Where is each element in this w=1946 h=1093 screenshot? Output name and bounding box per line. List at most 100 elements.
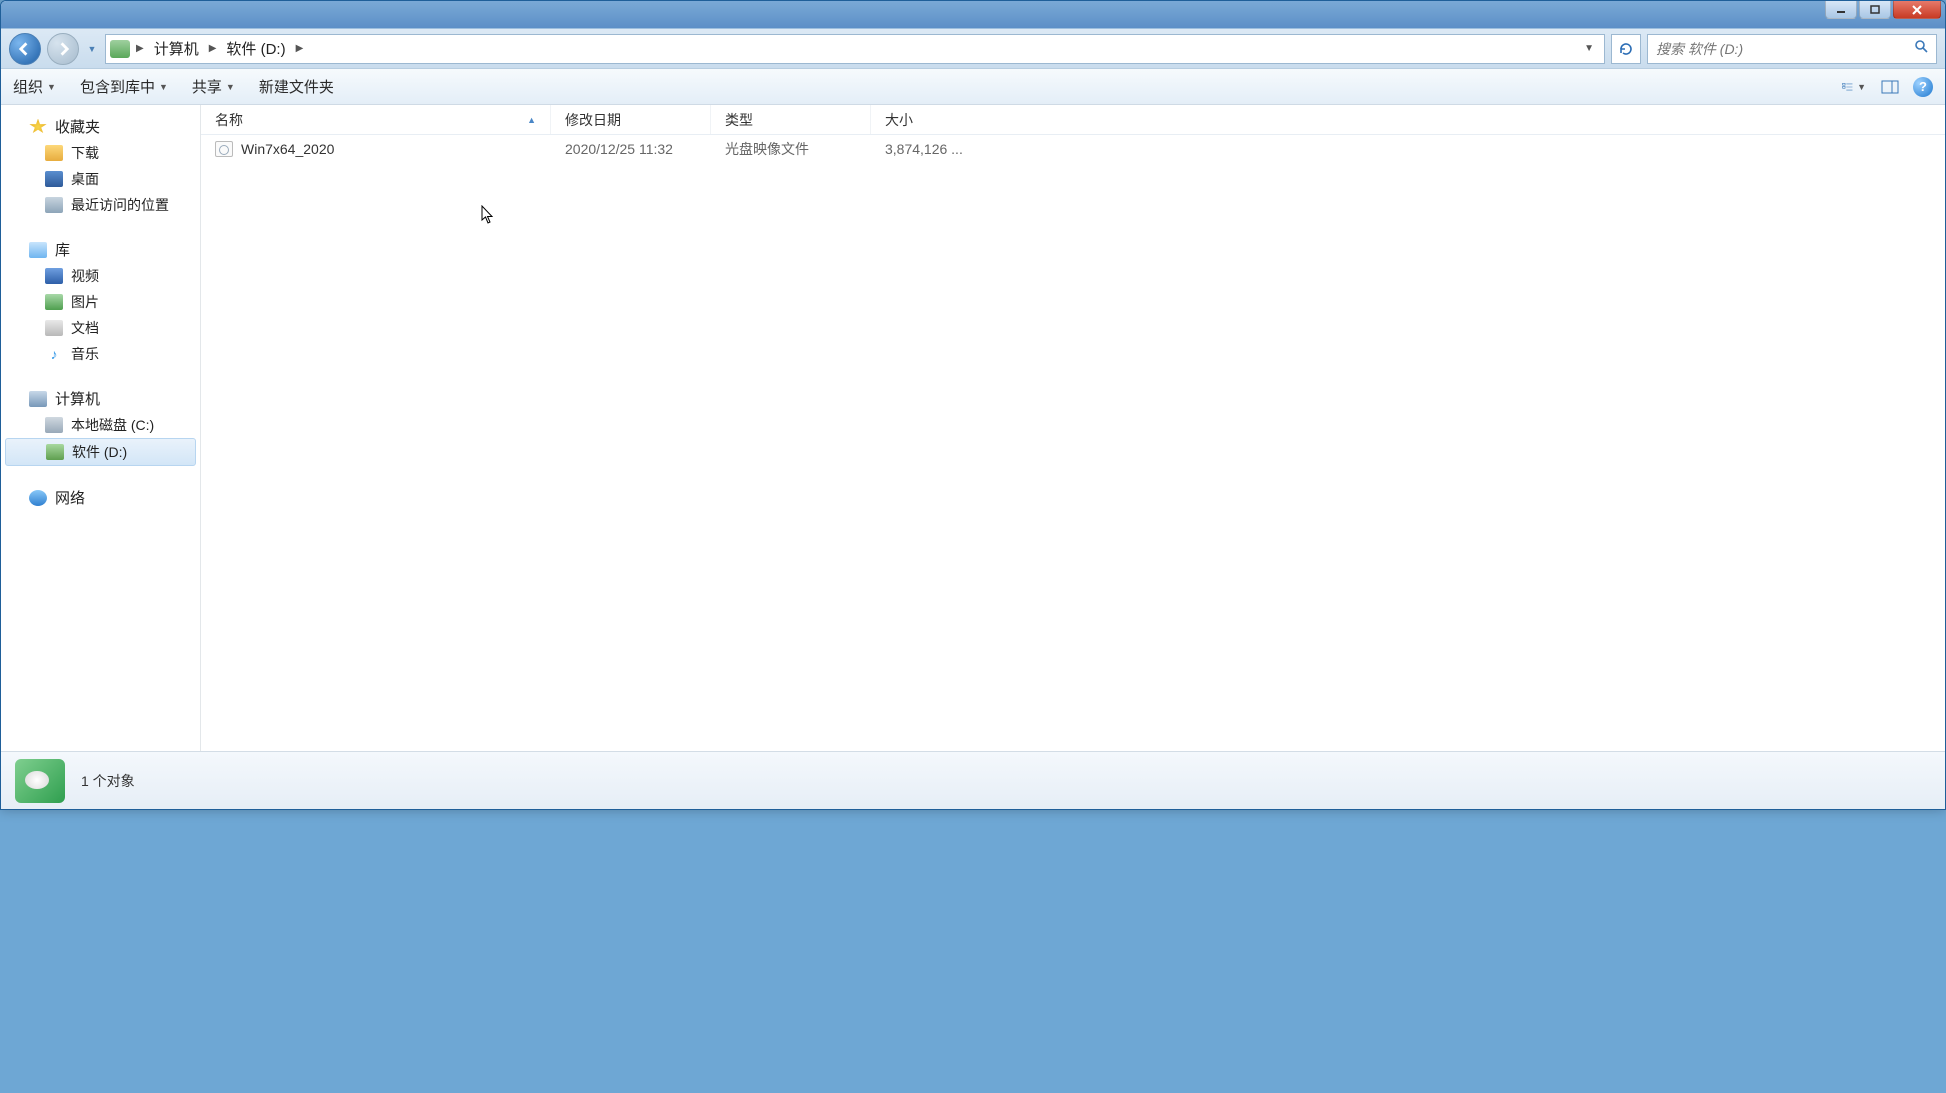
computer-group: 计算机 本地磁盘 (C:) 软件 (D:)	[5, 385, 196, 466]
include-in-library-menu[interactable]: 包含到库中 ▼	[80, 76, 168, 97]
search-icon	[1914, 39, 1928, 58]
body: 收藏夹 下载 桌面 最近访问的位置 库	[1, 105, 1945, 751]
col-date-label: 修改日期	[565, 110, 621, 130]
col-type-label: 类型	[725, 110, 753, 130]
column-date[interactable]: 修改日期	[551, 105, 711, 134]
star-icon	[29, 119, 47, 135]
address-dropdown-icon[interactable]: ▼	[1578, 43, 1600, 54]
file-row[interactable]: Win7x64_2020 2020/12/25 11:32 光盘映像文件 3,8…	[201, 135, 1945, 163]
include-label: 包含到库中	[80, 76, 155, 97]
minimize-button[interactable]	[1825, 1, 1857, 19]
view-mode-button[interactable]: ▼	[1841, 75, 1867, 99]
recent-label: 最近访问的位置	[71, 195, 169, 215]
favorites-label: 收藏夹	[55, 116, 100, 137]
breadcrumb-separator-icon[interactable]: ▶	[294, 43, 306, 54]
caret-icon: ▼	[159, 82, 168, 92]
computer-icon	[29, 391, 47, 407]
desktop-icon	[45, 171, 63, 187]
sidebar-network[interactable]: 网络	[5, 484, 196, 511]
network-icon	[29, 490, 47, 506]
status-bar: 1 个对象	[1, 751, 1945, 809]
search-box[interactable]	[1647, 34, 1937, 64]
sidebar-downloads[interactable]: 下载	[5, 140, 196, 166]
maximize-button[interactable]	[1859, 1, 1891, 19]
new-folder-button[interactable]: 新建文件夹	[259, 76, 334, 97]
preview-pane-button[interactable]	[1877, 75, 1903, 99]
column-name[interactable]: 名称 ▲	[201, 105, 551, 134]
sidebar-pictures[interactable]: 图片	[5, 289, 196, 315]
organize-label: 组织	[13, 76, 43, 97]
caret-icon: ▼	[1857, 82, 1866, 92]
music-label: 音乐	[71, 344, 99, 364]
col-size-label: 大小	[885, 110, 913, 130]
ddrive-label: 软件 (D:)	[72, 442, 127, 462]
music-icon: ♪	[45, 346, 63, 362]
sidebar-software-d[interactable]: 软件 (D:)	[5, 438, 196, 466]
sidebar-videos[interactable]: 视频	[5, 263, 196, 289]
navigation-pane[interactable]: 收藏夹 下载 桌面 最近访问的位置 库	[1, 105, 201, 751]
drive-icon	[46, 444, 64, 460]
share-label: 共享	[192, 76, 222, 97]
library-icon	[29, 242, 47, 258]
caret-icon: ▼	[47, 82, 56, 92]
back-button[interactable]	[9, 33, 41, 65]
help-button[interactable]: ?	[1913, 77, 1933, 97]
search-input[interactable]	[1656, 41, 1908, 57]
column-type[interactable]: 类型	[711, 105, 871, 134]
organize-menu[interactable]: 组织 ▼	[13, 76, 56, 97]
drive-icon	[110, 40, 130, 58]
toolbar: 组织 ▼ 包含到库中 ▼ 共享 ▼ 新建文件夹 ▼ ?	[1, 69, 1945, 105]
close-button[interactable]	[1893, 1, 1941, 19]
pictures-label: 图片	[71, 292, 99, 312]
breadcrumb-separator-icon[interactable]: ▶	[134, 43, 146, 54]
sidebar-local-disk-c[interactable]: 本地磁盘 (C:)	[5, 412, 196, 438]
col-name-label: 名称	[215, 110, 243, 130]
refresh-button[interactable]	[1611, 34, 1641, 64]
file-list-area[interactable]: 名称 ▲ 修改日期 类型 大小 Win7x64_2020	[201, 105, 1945, 751]
folder-icon	[45, 145, 63, 161]
file-date: 2020/12/25 11:32	[551, 141, 711, 157]
forward-button[interactable]	[47, 33, 79, 65]
nav-history-dropdown[interactable]: ▼	[85, 36, 99, 62]
videos-label: 视频	[71, 266, 99, 286]
sort-ascending-icon: ▲	[527, 115, 536, 125]
address-bar[interactable]: ▶ 计算机 ▶ 软件 (D:) ▶ ▼	[105, 34, 1605, 64]
downloads-label: 下载	[71, 143, 99, 163]
file-rows: Win7x64_2020 2020/12/25 11:32 光盘映像文件 3,8…	[201, 135, 1945, 751]
sidebar-recent[interactable]: 最近访问的位置	[5, 192, 196, 218]
file-type: 光盘映像文件	[711, 139, 871, 159]
picture-icon	[45, 294, 63, 310]
sidebar-desktop[interactable]: 桌面	[5, 166, 196, 192]
desktop-label: 桌面	[71, 169, 99, 189]
title-bar	[1, 1, 1945, 29]
explorer-window: ▼ ▶ 计算机 ▶ 软件 (D:) ▶ ▼ 组织 ▼ 包含到库中 ▼	[0, 0, 1946, 810]
libraries-label: 库	[55, 239, 70, 260]
iso-file-icon	[215, 141, 233, 157]
sidebar-music[interactable]: ♪ 音乐	[5, 341, 196, 367]
file-name: Win7x64_2020	[241, 141, 334, 157]
address-bar-row: ▼ ▶ 计算机 ▶ 软件 (D:) ▶ ▼	[1, 29, 1945, 69]
breadcrumb-computer[interactable]: 计算机	[150, 35, 203, 63]
favorites-group: 收藏夹 下载 桌面 最近访问的位置	[5, 113, 196, 218]
sidebar-libraries[interactable]: 库	[5, 236, 196, 263]
video-icon	[45, 268, 63, 284]
status-text: 1 个对象	[81, 771, 135, 791]
drive-icon	[45, 417, 63, 433]
column-headers: 名称 ▲ 修改日期 类型 大小	[201, 105, 1945, 135]
recent-icon	[45, 197, 63, 213]
document-icon	[45, 320, 63, 336]
breadcrumb-drive[interactable]: 软件 (D:)	[222, 35, 289, 63]
share-menu[interactable]: 共享 ▼	[192, 76, 235, 97]
cdrive-label: 本地磁盘 (C:)	[71, 415, 154, 435]
documents-label: 文档	[71, 318, 99, 338]
column-size[interactable]: 大小	[871, 105, 991, 134]
caret-icon: ▼	[226, 82, 235, 92]
network-label: 网络	[55, 487, 85, 508]
drive-thumbnail-icon	[15, 759, 65, 803]
sidebar-documents[interactable]: 文档	[5, 315, 196, 341]
computer-label: 计算机	[55, 388, 100, 409]
breadcrumb-separator-icon[interactable]: ▶	[207, 43, 219, 54]
network-group: 网络	[5, 484, 196, 511]
sidebar-computer[interactable]: 计算机	[5, 385, 196, 412]
sidebar-favorites[interactable]: 收藏夹	[5, 113, 196, 140]
